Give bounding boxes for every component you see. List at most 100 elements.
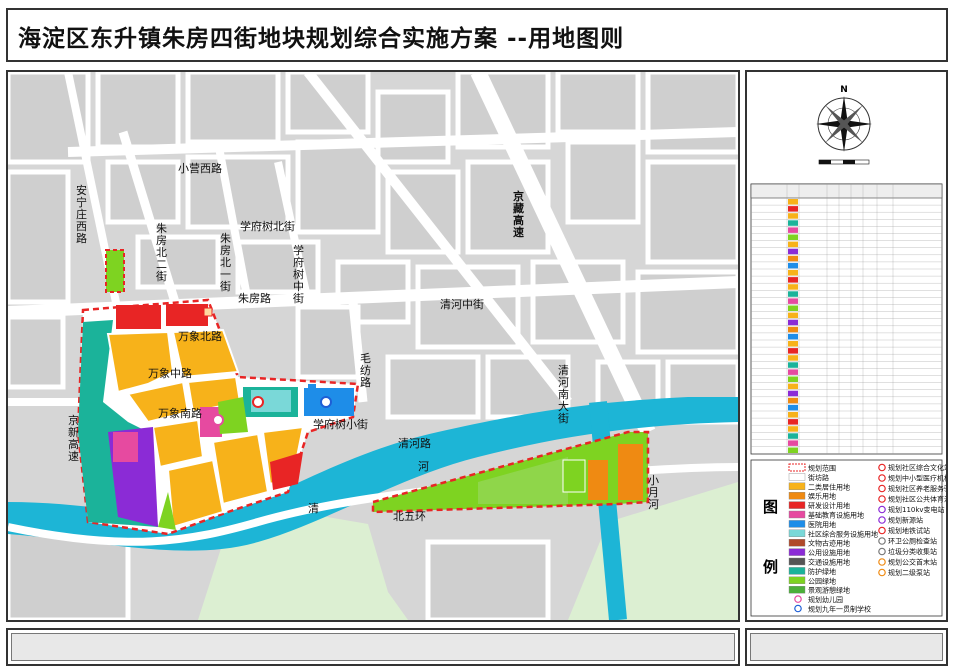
legend-label: 规划社区综合文化站 [888, 463, 946, 472]
legend-label: 规划社区养老服务驿站 [888, 484, 946, 493]
legend-swatch [788, 567, 806, 575]
table-color-chip [788, 319, 798, 326]
table-color-chip [788, 199, 798, 205]
legend-item: 规划中小型医疗机构 [878, 474, 946, 483]
legend-item: 娱乐用地 [788, 492, 836, 501]
table-color-chip [788, 220, 798, 226]
table-color-chip [788, 426, 798, 432]
table-color-chip [788, 447, 798, 453]
road-label: 学府树北街 [240, 219, 295, 233]
legend-swatch [788, 501, 806, 509]
legend-item: 规划社区养老服务驿站 [878, 484, 946, 493]
school-icon [320, 396, 332, 408]
road-label: 朱房北二街 [156, 222, 167, 283]
legend-swatch [788, 473, 806, 481]
legend-label: 景观游憩绿地 [808, 586, 850, 595]
table-color-chip [788, 284, 798, 290]
research-block[interactable] [166, 304, 208, 326]
legend-label: 交通设施用地 [808, 558, 850, 567]
legend-item: 二类居住用地 [788, 482, 850, 491]
table-color-chip [788, 341, 798, 347]
road-label: 清 [308, 502, 319, 515]
legend-marker-icon [878, 495, 886, 503]
community-center-icon [252, 396, 264, 408]
legend-label: 街坊路 [808, 473, 829, 482]
legend-label: 规划二级泵站 [888, 568, 930, 577]
legend-item: 防护绿地 [788, 567, 836, 576]
legend-item: 文物古迹用地 [788, 539, 850, 548]
residential-block[interactable] [211, 432, 270, 506]
legend-item: 规划公交首末站 [878, 558, 937, 567]
table-color-chip [788, 291, 798, 297]
legend-label: 规划110kv变电站 [888, 505, 945, 514]
legend-item: 研发设计用地 [788, 501, 850, 510]
legend-swatch [788, 463, 806, 472]
land-use-table [750, 183, 943, 455]
legend-label: 研发设计用地 [808, 501, 850, 510]
map-canvas: 小营西路 安宁庄西路 朱房北二街 朱房北一街 学府树北街 学府树中街 京藏高速 … [8, 72, 738, 620]
pump-station-icon [203, 307, 213, 317]
legend: 图 例 规划范围街坊路二类居住用地娱乐用地研发设计用地基础教育设施用地医院用地社… [750, 459, 946, 617]
road-label: 朱房路 [238, 292, 271, 305]
legend-label: 规划幼儿园 [808, 595, 843, 604]
legend-marker-icon [878, 516, 886, 524]
road-label: 万象南路 [158, 407, 202, 420]
legend-label: 规划社区公共体育活动 [888, 495, 946, 504]
footer-panel [11, 633, 735, 661]
table-color-chip [788, 213, 798, 219]
education-block[interactable] [113, 432, 138, 462]
table-color-chip [788, 369, 798, 375]
entertainment-block[interactable] [588, 460, 608, 500]
table-color-chip [788, 419, 798, 425]
legend-item: 公园绿地 [788, 576, 836, 585]
table-color-chip [788, 362, 798, 368]
table-color-chip [788, 262, 798, 269]
legend-label: 二类居住用地 [808, 482, 850, 491]
park-green[interactable] [562, 459, 586, 493]
legend-label: 垃圾分类收集站 [888, 547, 937, 556]
legend-swatch [788, 529, 806, 537]
legend-marker-icon [878, 484, 886, 493]
entertainment-block[interactable] [618, 444, 643, 500]
table-color-chip [788, 404, 798, 411]
legend-label: 规划新源站 [888, 516, 923, 525]
legend-label: 规划范围 [808, 464, 836, 473]
legend-marker-icon [878, 568, 886, 577]
park-plot-north[interactable] [105, 249, 125, 293]
table-color-chip [788, 440, 798, 446]
road-label: 北五环 [393, 510, 426, 523]
legend-label: 娱乐用地 [808, 492, 836, 501]
legend-swatch [788, 520, 806, 528]
road-label: 清河中街 [440, 297, 484, 311]
table-color-chip [788, 326, 798, 333]
road-label: 朱房北一街 [220, 232, 231, 293]
table-color-chip [788, 206, 798, 212]
legend-label: 文物古迹用地 [808, 539, 850, 548]
side-panel: N 图 例 规划范围 街坊路 二类居住用地 娱乐用地 研发设计用地 基础教育设施用地 医院用… [745, 70, 948, 622]
road-label: 河 [418, 460, 429, 473]
legend-item: 规划社区综合文化站 [878, 463, 946, 472]
park-green[interactable] [218, 397, 248, 434]
table-color-chip [788, 305, 798, 311]
land-use-map[interactable]: 小营西路 安宁庄西路 朱房北二街 朱房北一街 学府树北街 学府树中街 京藏高速 … [6, 70, 740, 622]
legend-heading: 图 [763, 498, 778, 516]
table-color-chip [788, 348, 798, 354]
legend-label: 公用设施用地 [808, 548, 850, 557]
table-color-chip [788, 248, 798, 255]
kindergarten-icon [212, 414, 224, 426]
footer-panel [750, 633, 943, 661]
legend-label: 规划公交首末站 [888, 558, 937, 567]
legend-label: 防护绿地 [808, 567, 836, 576]
table-color-chip [788, 255, 798, 262]
legend-label: 公园绿地 [808, 576, 836, 585]
legend-swatch [794, 604, 802, 613]
legend-item: 公用设施用地 [788, 548, 850, 557]
legend-item: 医院用地 [788, 520, 836, 529]
title-bar: 海淀区东升镇朱房四街地块规划综合实施方案 --用地图则 [6, 8, 948, 62]
side-canvas: N 图 例 规划范围街坊路二类居住用地娱乐用地研发设计用地基础教育设施用地医院用… [750, 85, 946, 617]
legend-item: 规划110kv变电站 [878, 505, 945, 514]
research-block[interactable] [116, 305, 161, 329]
footer-right [745, 628, 948, 666]
table-color-chip [788, 277, 798, 283]
road-label: 安宁庄西路 [76, 183, 87, 245]
